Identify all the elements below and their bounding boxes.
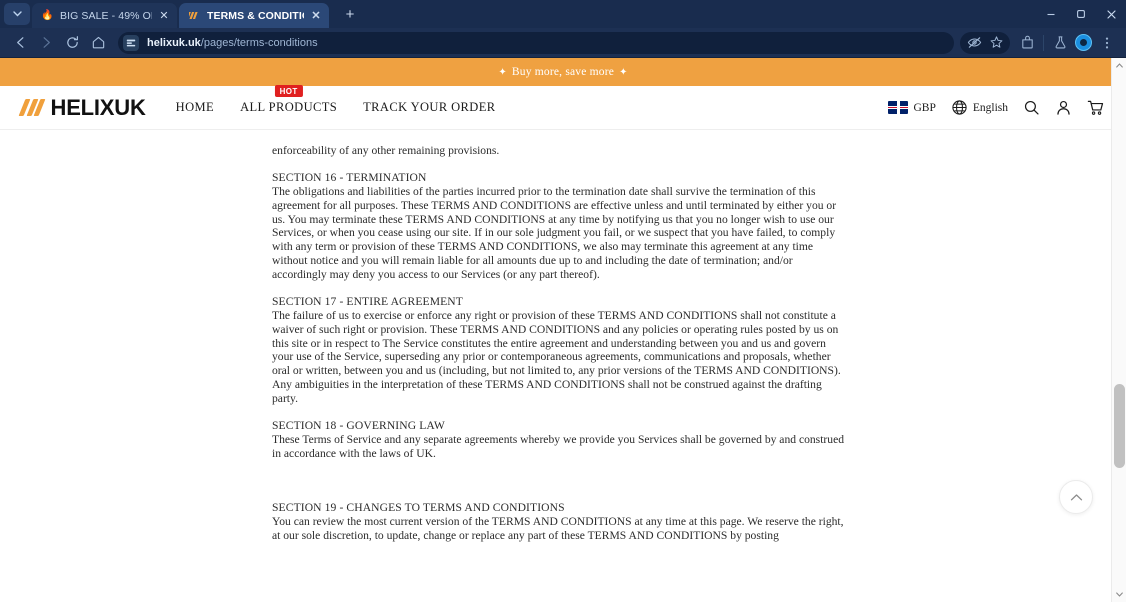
home-icon xyxy=(92,36,104,49)
cart-icon[interactable] xyxy=(1087,99,1104,116)
announcement-bar: ✦ Buy more, save more ✦ xyxy=(0,58,1126,86)
search-icon[interactable] xyxy=(1023,99,1040,116)
toolbar-divider xyxy=(1043,34,1044,51)
scrollbar-thumb[interactable] xyxy=(1114,384,1125,468)
tab-close-icon[interactable]: ✕ xyxy=(157,9,171,23)
scroll-up-arrow-icon[interactable] xyxy=(1112,58,1126,73)
new-tab-button[interactable]: + xyxy=(337,3,363,25)
account-icon[interactable] xyxy=(1055,99,1072,116)
back-button[interactable] xyxy=(8,31,32,55)
document-column: enforceability of any other remaining pr… xyxy=(272,144,847,543)
toolbar-right xyxy=(960,31,1118,54)
section-heading-17: SECTION 17 - ENTIRE AGREEMENT xyxy=(272,295,463,309)
currency-label: GBP xyxy=(913,101,936,114)
currency-selector[interactable]: GBP xyxy=(888,101,936,114)
helix-icon xyxy=(188,9,201,22)
document-content: enforceability of any other remaining pr… xyxy=(0,130,1126,602)
language-selector[interactable]: English xyxy=(951,99,1008,116)
maximize-button[interactable] xyxy=(1066,0,1096,28)
url-path: /pages/terms-conditions xyxy=(200,36,318,49)
profile-avatar-icon[interactable] xyxy=(1075,34,1092,51)
helix-logo-mark-icon xyxy=(18,99,46,116)
hot-badge: HOT xyxy=(274,85,303,97)
minimize-icon xyxy=(1047,13,1055,16)
nav-label: ALL PRODUCTS xyxy=(240,100,338,114)
browser-menu-icon[interactable] xyxy=(1096,32,1118,54)
announcement-text: Buy more, save more xyxy=(511,66,615,78)
close-button[interactable] xyxy=(1096,0,1126,28)
fire-icon: 🔥 xyxy=(41,9,54,21)
chevron-up-icon xyxy=(1070,493,1082,500)
site-info-icon[interactable] xyxy=(123,34,139,51)
maximize-icon xyxy=(1077,10,1085,18)
url-text: helixuk.uk/pages/terms-conditions xyxy=(147,37,318,49)
home-button[interactable] xyxy=(86,31,110,55)
site-logo[interactable]: HELIXUK xyxy=(18,94,146,121)
close-icon xyxy=(1106,9,1116,19)
nav-item-all-products[interactable]: HOT ALL PRODUCTS xyxy=(240,85,338,115)
paragraph: You can review the most current version … xyxy=(272,515,844,543)
browser-tab-1[interactable]: 🔥 BIG SALE - 49% OFF 🔥 🔥 3 ✕ xyxy=(32,3,177,28)
sparkle-right-icon: ✦ xyxy=(619,66,628,78)
tracking-protection-icon[interactable] xyxy=(963,32,985,54)
chevron-down-icon xyxy=(12,11,22,17)
address-bar[interactable]: helixuk.uk/pages/terms-conditions xyxy=(118,31,954,54)
minimize-button[interactable] xyxy=(1036,0,1066,28)
nav-label: TRACK YOUR ORDER xyxy=(363,100,496,114)
sparkle-left-icon: ✦ xyxy=(498,66,507,78)
tab-title: BIG SALE - 49% OFF 🔥 🔥 3 xyxy=(60,10,152,22)
address-actions xyxy=(960,31,1010,54)
uk-flag-icon xyxy=(888,101,909,114)
nav-item-home[interactable]: HOME xyxy=(176,100,214,115)
browser-toolbar: helixuk.uk/pages/terms-conditions xyxy=(0,28,1126,58)
bookmark-star-icon[interactable] xyxy=(985,32,1007,54)
reload-button[interactable] xyxy=(60,31,84,55)
extensions-icon[interactable] xyxy=(1016,32,1038,54)
paragraph: enforceability of any other remaining pr… xyxy=(272,144,500,157)
tab-list-button[interactable] xyxy=(4,3,30,25)
logo-text: HELIXUK xyxy=(50,94,146,120)
page-viewport: ✦ Buy more, save more ✦ HELIXUK HOME HOT… xyxy=(0,58,1126,602)
section-heading-16: SECTION 16 - TERMINATION xyxy=(272,171,427,185)
paragraph: The obligations and liabilities of the p… xyxy=(272,185,837,281)
paragraph: These Terms of Service and any separate … xyxy=(272,432,845,460)
scroll-to-top-button[interactable] xyxy=(1059,480,1093,514)
tab-strip: 🔥 BIG SALE - 49% OFF 🔥 🔥 3 ✕ TERMS & CON… xyxy=(0,0,1126,28)
browser-tab-2[interactable]: TERMS & CONDITIONS – HELI ✕ xyxy=(179,3,329,28)
section-heading-19: SECTION 19 - CHANGES TO TERMS AND CONDIT… xyxy=(272,501,565,515)
reload-icon xyxy=(66,36,78,48)
site-header: HELIXUK HOME HOT ALL PRODUCTS TRACK YOUR… xyxy=(0,85,1126,130)
forward-button[interactable] xyxy=(34,31,58,55)
tab-close-icon[interactable]: ✕ xyxy=(309,9,323,23)
language-label: English xyxy=(972,101,1008,114)
main-navigation: HOME HOT ALL PRODUCTS TRACK YOUR ORDER xyxy=(176,85,496,115)
section-heading-18: SECTION 18 - GOVERNING LAW xyxy=(272,419,445,433)
url-host: helixuk.uk xyxy=(147,36,201,49)
paragraph: The failure of us to exercise or enforce… xyxy=(272,308,841,405)
nav-item-track-your-order[interactable]: TRACK YOUR ORDER xyxy=(363,100,495,115)
nav-label: HOME xyxy=(175,100,215,114)
arrow-left-icon xyxy=(16,37,23,48)
header-utilities: GBP English xyxy=(888,99,1104,116)
browser-window: 🔥 BIG SALE - 49% OFF 🔥 🔥 3 ✕ TERMS & CON… xyxy=(0,0,1126,602)
vertical-scrollbar[interactable] xyxy=(1111,58,1126,602)
window-controls xyxy=(1036,0,1126,28)
tab-title: TERMS & CONDITIONS – HELI xyxy=(207,9,304,22)
scroll-down-arrow-icon[interactable] xyxy=(1112,587,1126,602)
arrow-right-icon xyxy=(43,37,50,48)
labs-flask-icon[interactable] xyxy=(1049,32,1071,54)
globe-icon xyxy=(952,100,967,115)
